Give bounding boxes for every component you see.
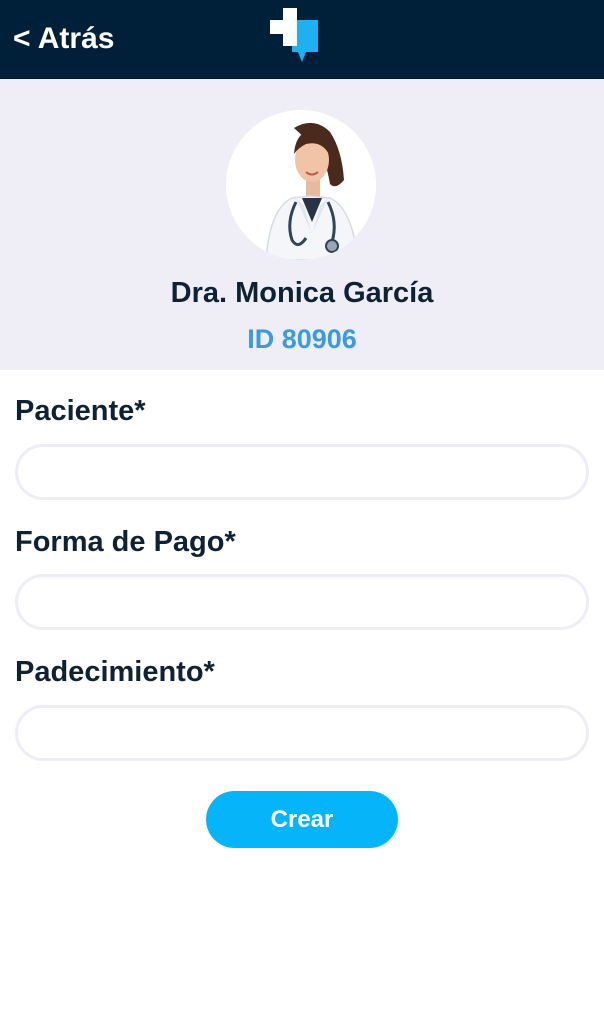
payment-method-label: Forma de Pago*	[15, 526, 236, 558]
avatar	[226, 110, 376, 260]
create-button[interactable]: Crear	[206, 791, 398, 848]
back-button[interactable]: < Atrás	[13, 20, 114, 58]
patient-label: Paciente*	[15, 395, 146, 427]
condition-input[interactable]	[15, 705, 589, 761]
top-bar: < Atrás	[0, 0, 604, 79]
doctor-photo	[226, 110, 376, 260]
condition-label: Padecimiento*	[15, 656, 215, 688]
payment-method-input[interactable]	[15, 574, 589, 630]
medical-cross-chat-icon	[270, 8, 318, 62]
doctor-id: ID 80906	[247, 324, 357, 354]
patient-input[interactable]	[15, 444, 589, 500]
doctor-profile: Dra. Monica García ID 80906	[0, 79, 604, 370]
doctor-name: Dra. Monica García	[170, 277, 434, 309]
